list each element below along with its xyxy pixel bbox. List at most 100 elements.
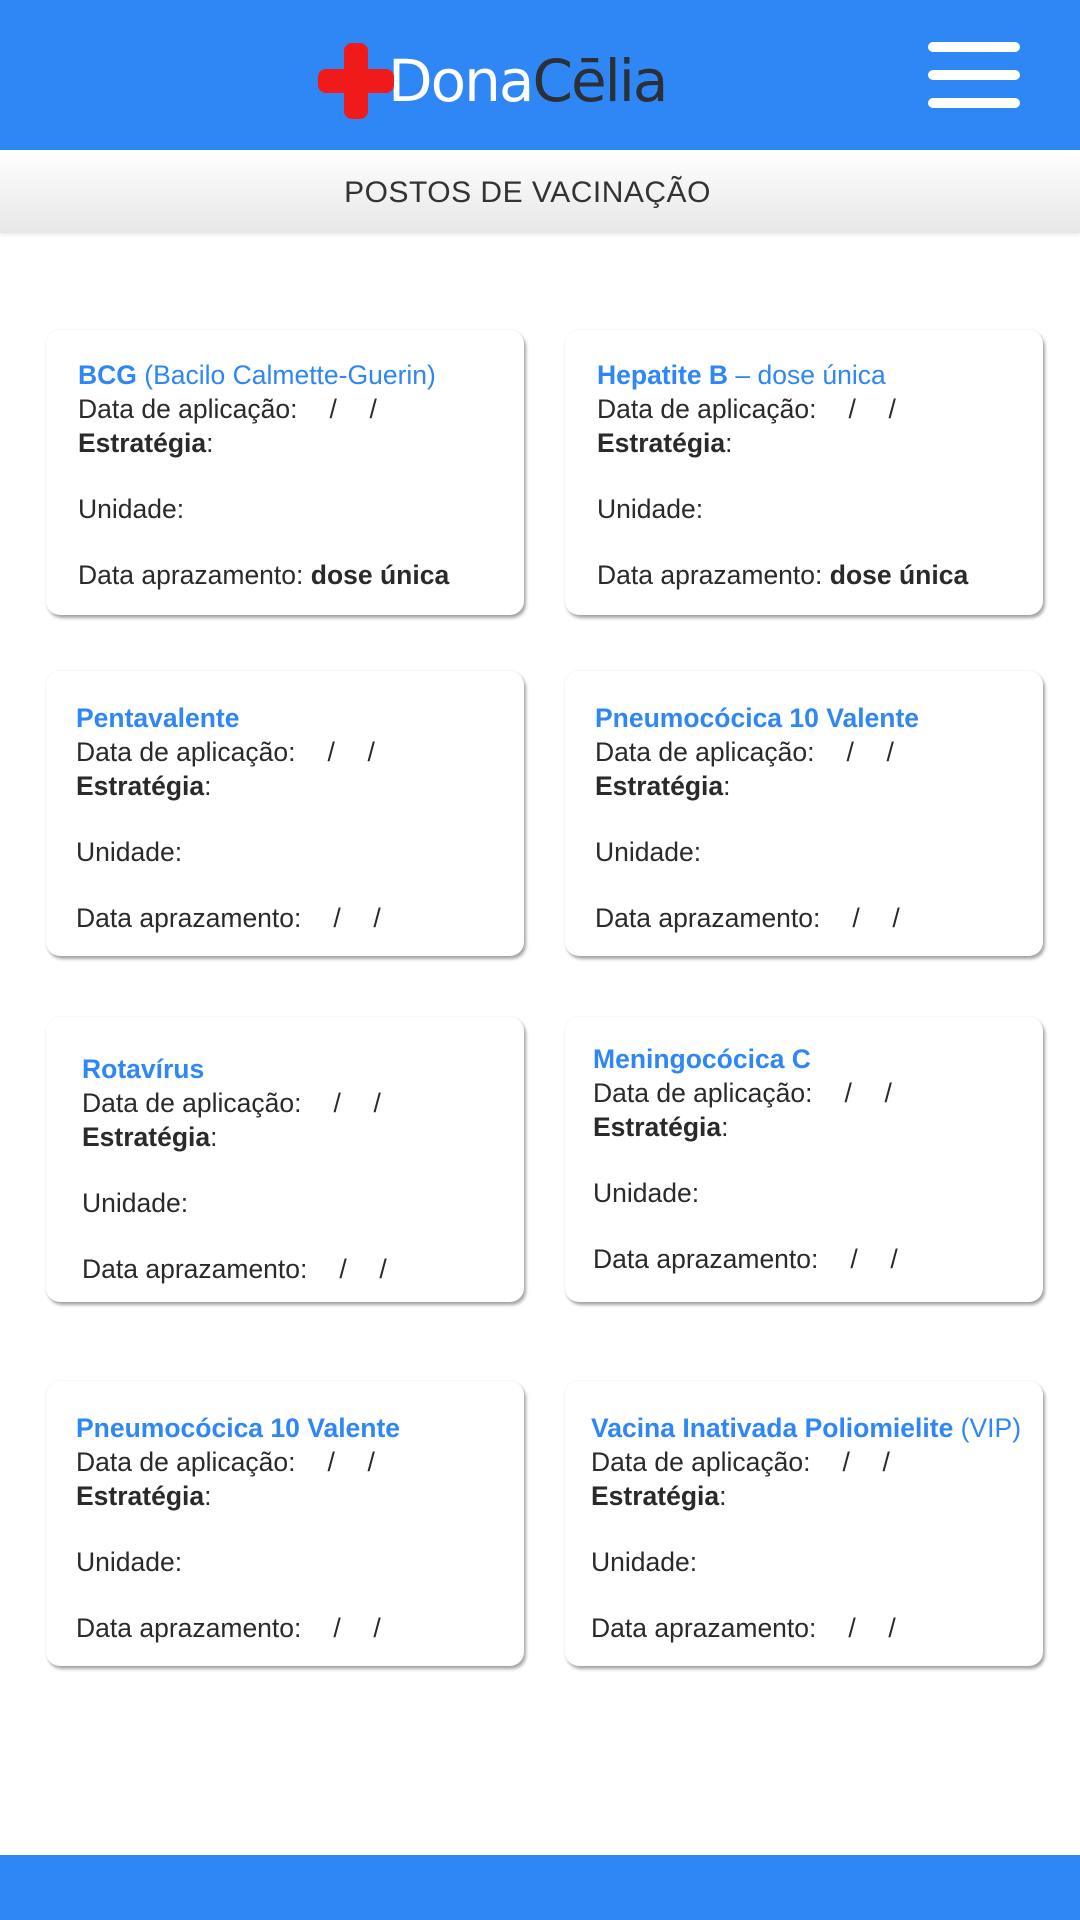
- vaccine-name: Rotavírus: [82, 1052, 518, 1086]
- strategy-colon: :: [719, 1481, 727, 1511]
- scheduled-date-row: Data aprazamento: / /: [76, 901, 518, 935]
- strategy-label: Estratégia: [82, 1122, 211, 1152]
- date-slash: /: [369, 394, 377, 424]
- vaccine-name-bold: Pentavalente: [76, 703, 240, 733]
- scheduled-date-value: / /: [852, 901, 932, 935]
- vaccine-card[interactable]: Meningocócica C Data de aplicação: / / Est…: [565, 1017, 1043, 1302]
- vaccine-name-bold: Pneumocócica 10 Valente: [76, 1413, 401, 1443]
- application-date-label: Data de aplicação:: [76, 1447, 296, 1477]
- date-slash: /: [842, 1447, 850, 1477]
- strategy-row: Estratégia:: [82, 1120, 518, 1154]
- date-slash: /: [848, 394, 856, 424]
- strategy-label: Estratégia: [76, 771, 205, 801]
- date-slash: /: [327, 737, 335, 767]
- unit-label: Unidade:: [78, 494, 185, 524]
- application-date-value: / /: [845, 1076, 925, 1110]
- strategy-row: Estratégia:: [76, 769, 518, 803]
- vaccine-card-content: BCG (Bacilo Calmette-Guerin) Data de apl…: [78, 358, 518, 592]
- top-app-bar: DonaCēlia: [0, 0, 1080, 150]
- application-date-label: Data de aplicação:: [595, 737, 815, 767]
- menu-line: [928, 98, 1020, 108]
- bottom-bar: [0, 1855, 1080, 1920]
- unit-label: Unidade:: [597, 494, 704, 524]
- vaccine-card[interactable]: Hepatite B – dose única Data de aplicaçã…: [565, 330, 1043, 615]
- strategy-label: Estratégia: [595, 771, 724, 801]
- application-date-label: Data de aplicação:: [82, 1088, 302, 1118]
- strategy-row: Estratégia:: [597, 426, 1037, 460]
- menu-line: [928, 70, 1020, 80]
- red-cross-icon: [318, 43, 394, 119]
- date-slash: /: [890, 1244, 898, 1274]
- unit-row: Unidade:: [597, 492, 1037, 526]
- strategy-colon: :: [721, 1112, 729, 1142]
- date-slash: /: [846, 737, 854, 767]
- vaccine-card[interactable]: Pneumocócica 10 Valente Data de aplicaçã…: [46, 1381, 524, 1666]
- brand-name-dona: Dona: [388, 47, 534, 115]
- scheduled-date-label: Data aprazamento:: [593, 1244, 819, 1274]
- vaccine-name: Meningocócica C: [593, 1042, 1037, 1076]
- application-date-row: Data de aplicação: / /: [597, 392, 1037, 426]
- unit-label: Unidade:: [82, 1188, 189, 1218]
- vaccine-name-bold: Meningocócica C: [593, 1044, 811, 1074]
- date-slash: /: [339, 1254, 347, 1284]
- unit-label: Unidade:: [593, 1178, 700, 1208]
- vaccine-card[interactable]: Pneumocócica 10 Valente Data de aplicaçã…: [565, 671, 1043, 956]
- unit-label: Unidade:: [591, 1547, 698, 1577]
- page-title-bar: POSTOS DE VACINAÇÃO: [0, 150, 1080, 233]
- unit-label: Unidade:: [76, 837, 183, 867]
- date-slash: /: [327, 1447, 335, 1477]
- scheduled-date-value: / /: [333, 901, 413, 935]
- scheduled-date-row: Data aprazamento: dose única: [78, 558, 518, 592]
- brand-logo[interactable]: DonaCēlia: [318, 42, 668, 120]
- scheduled-date-label: Data aprazamento:: [597, 560, 823, 590]
- brand-name: DonaCēlia: [388, 52, 668, 110]
- scheduled-date-row: Data aprazamento: / /: [593, 1242, 1037, 1276]
- vaccine-name-detail: (Bacilo Calmette-Guerin): [136, 360, 436, 390]
- scheduled-date-label: Data aprazamento:: [76, 903, 302, 933]
- strategy-colon: :: [725, 428, 733, 458]
- scheduled-date-value: / /: [850, 1242, 930, 1276]
- menu-line: [928, 42, 1020, 52]
- unit-label: Unidade:: [595, 837, 702, 867]
- date-slash: /: [852, 903, 860, 933]
- unit-row: Unidade:: [593, 1176, 1037, 1210]
- vaccine-card[interactable]: Pentavalente Data de aplicação: / / Estrat…: [46, 671, 524, 956]
- scheduled-date-value: dose única: [310, 560, 450, 590]
- date-slash: /: [850, 1244, 858, 1274]
- date-slash: /: [367, 1447, 375, 1477]
- date-slash: /: [379, 1254, 387, 1284]
- scheduled-date-value: / /: [339, 1252, 419, 1286]
- vaccine-name-detail: – dose única: [728, 360, 886, 390]
- strategy-row: Estratégia:: [593, 1110, 1037, 1144]
- application-date-value: / /: [328, 735, 408, 769]
- date-slash: /: [333, 1088, 341, 1118]
- scheduled-date-value: / /: [333, 1611, 413, 1645]
- strategy-label: Estratégia: [591, 1481, 720, 1511]
- scheduled-date-row: Data aprazamento: / /: [595, 901, 1037, 935]
- vaccine-card[interactable]: BCG (Bacilo Calmette-Guerin) Data de apl…: [46, 330, 524, 615]
- vaccine-name: BCG (Bacilo Calmette-Guerin): [78, 358, 518, 392]
- hamburger-menu-icon[interactable]: [928, 42, 1022, 108]
- vaccine-card-content: Pneumocócica 10 Valente Data de aplicaçã…: [595, 701, 1037, 935]
- vaccine-card[interactable]: Vacina Inativada Poliomielite (VIP) Data…: [565, 1381, 1043, 1666]
- application-date-value: / /: [847, 735, 927, 769]
- application-date-row: Data de aplicação: / /: [591, 1445, 1037, 1479]
- vaccine-name: Pneumocócica 10 Valente: [595, 701, 1037, 735]
- vaccine-card-content: Pneumocócica 10 Valente Data de aplicaçã…: [76, 1411, 518, 1645]
- date-slash: /: [844, 1078, 852, 1108]
- vaccine-card-content: Hepatite B – dose única Data de aplicaçã…: [597, 358, 1037, 592]
- vaccine-card[interactable]: Rotavírus Data de aplicação: / / Estratégi…: [46, 1017, 524, 1302]
- application-date-row: Data de aplicação: / /: [78, 392, 518, 426]
- unit-row: Unidade:: [82, 1186, 518, 1220]
- scheduled-date-label: Data aprazamento:: [82, 1254, 308, 1284]
- application-date-value: / /: [843, 1445, 923, 1479]
